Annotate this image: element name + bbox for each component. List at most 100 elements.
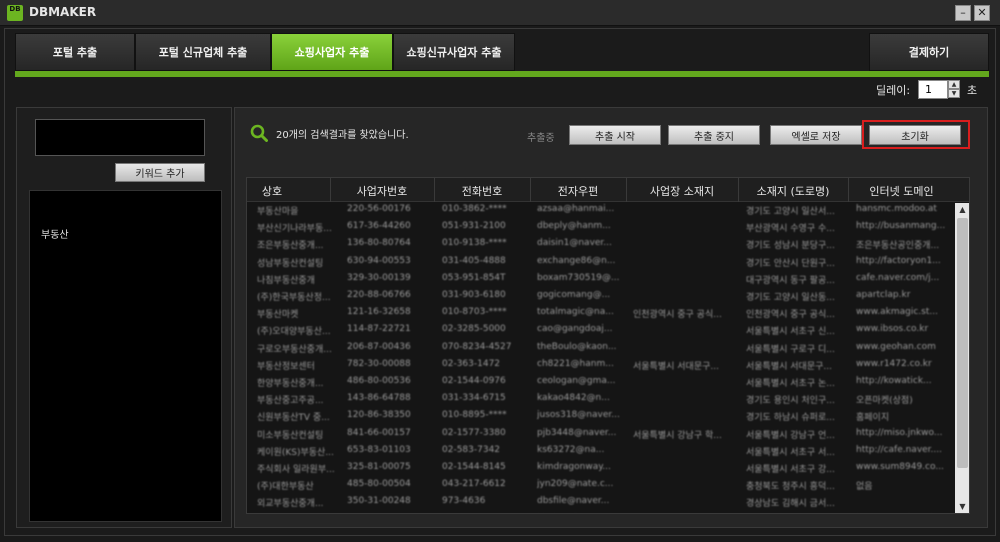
table-cell: 010-9138-**** <box>442 238 507 249</box>
table-cell: 782-30-00088 <box>347 358 411 369</box>
table-cell: 841-66-00157 <box>347 427 411 438</box>
column-header-address[interactable]: 사업장 소재지 <box>626 183 738 199</box>
table-cell: 서울특별시 서초구 강... <box>746 465 835 475</box>
tab-shopping-business[interactable]: 쇼핑사업자 추출 <box>271 33 393 71</box>
table-cell: 부동산마을 <box>257 207 299 217</box>
table-cell: ceologan@gma... <box>537 376 616 386</box>
table-cell: gogicomang@... <box>537 290 611 300</box>
table-cell: 서울특별시 서대문구... <box>746 361 832 372</box>
table-row[interactable]: 부동산마을 220-56-00176 010-3862-**** azsaa@hanm… <box>247 203 955 220</box>
table-row[interactable]: 부동산정보센터 782-30-00088 02-363-1472 ch8221@han… <box>247 358 955 375</box>
table-cell: 경기도 하남시 슈퍼로... <box>746 413 835 424</box>
table-cell: 043-217-6612 <box>442 479 506 490</box>
table-cell: hansmc.modoo.at <box>856 204 937 214</box>
table-row[interactable]: (주)한국부동산정... 220-88-06766 031-903-6180 gogi… <box>247 289 955 306</box>
table-cell: 486-80-00536 <box>347 376 411 386</box>
scroll-thumb[interactable] <box>957 218 968 468</box>
table-cell: 외교부동산중개... <box>257 499 324 510</box>
table-cell: 경기도 안산시 단원구... <box>746 258 835 269</box>
table-cell: 서울특별시 강남구 학... <box>633 430 722 441</box>
table-cell: 경기도 고양시 일산서... <box>746 207 835 217</box>
table-cell: azsaa@hanmai... <box>537 204 615 214</box>
table-cell: http://busanmang... <box>856 221 946 232</box>
table-cell: 143-86-64788 <box>347 393 411 404</box>
table-cell: 630-94-00553 <box>347 255 411 266</box>
table-cell: 서울특별시 서초구 논... <box>746 379 835 389</box>
table-cell: exchange86@n... <box>537 255 616 266</box>
delay-increment-icon[interactable]: ▲ <box>948 80 960 89</box>
add-keyword-button[interactable]: 키워드 추가 <box>115 163 205 182</box>
table-cell: kakao4842@n... <box>537 393 610 404</box>
table-row[interactable]: 조은부동산중개... 136-80-80764 010-9138-**** daisi… <box>247 237 955 254</box>
column-header-business-number[interactable]: 사업자번호 <box>330 183 434 199</box>
close-button[interactable]: ✕ <box>974 5 990 21</box>
table-row[interactable]: 부동산마켓 121-16-32658 010-8703-**** totalmagic… <box>247 306 955 323</box>
table-row[interactable]: 주식회사 일라원부... 325-81-00075 02-1544-8145 kimd… <box>247 461 955 478</box>
tab-underline <box>15 71 989 77</box>
table-cell: 031-334-6715 <box>442 393 506 404</box>
table-row[interactable]: 부동산중고주공... 143-86-64788 031-334-6715 kakao4… <box>247 392 955 409</box>
table-cell: www.geohan.com <box>856 341 936 352</box>
table-row[interactable]: 부산신기나라부동... 617-36-44260 051-931-2100 dbepl… <box>247 220 955 237</box>
table-row[interactable]: 케이원(KS)부동산... 653-83-01103 02-583-7342 ks63… <box>247 444 955 461</box>
table-cell: apartclap.kr <box>856 290 911 300</box>
table-cell: dbsfile@naver... <box>537 496 610 507</box>
delay-decrement-icon[interactable]: ▼ <box>948 89 960 98</box>
scroll-down-icon[interactable]: ▼ <box>955 500 969 513</box>
tab-shopping-new-business[interactable]: 쇼핑신규사업자 추출 <box>393 33 515 71</box>
table-cell: 경기도 성남시 분당구... <box>746 241 835 252</box>
table-cell: dbeply@hanm... <box>537 221 611 232</box>
stop-extract-button[interactable]: 추출 중지 <box>668 125 760 145</box>
table-row[interactable]: 우리동네부동산220-86-1053302-554-2288kimbestjin… <box>247 513 955 514</box>
table-row[interactable]: 외교부동산중개... 350-31-00248 973-4636 dbsfile@na… <box>247 495 955 512</box>
table-cell: 부동산중고주공... <box>257 396 324 407</box>
column-header-road-address[interactable]: 소재지 (도로명) <box>738 183 848 199</box>
tab-portal-extract[interactable]: 포털 추출 <box>15 33 135 71</box>
delay-input[interactable]: 1 <box>918 80 948 99</box>
start-extract-button[interactable]: 추출 시작 <box>569 125 661 145</box>
table-cell: http://kowatick... <box>856 376 932 386</box>
keyword-input[interactable] <box>35 119 205 156</box>
table-cell: 053-951-854T <box>442 272 506 283</box>
table-row[interactable]: 한양부동산중개... 486-80-00536 02-1544-0976 ceolog… <box>247 375 955 392</box>
table-cell: theBoulo@kaon... <box>537 341 617 352</box>
table-cell: www.sum8949.co... <box>856 462 944 472</box>
delay-label: 딜레이: <box>876 84 911 97</box>
table-cell: 220-56-00176 <box>347 204 411 214</box>
table-cell: 206-87-00436 <box>347 341 411 352</box>
column-header-name[interactable]: 상호 <box>247 183 297 199</box>
column-header-domain[interactable]: 인터넷 도메인 <box>848 183 955 199</box>
table-row[interactable]: 구로오부동산중개... 206-87-00436 070-8234-4527 theB… <box>247 341 955 358</box>
table-cell: 서울특별시 서대문구... <box>633 361 719 372</box>
table-cell: 케이원(KS)부동산... <box>257 447 334 458</box>
table-cell: daisin1@naver... <box>537 238 612 249</box>
window-title: DBMAKER <box>29 5 97 19</box>
table-row[interactable]: (주)오대양부동산... 114-87-22721 02-3285-5000 cao@… <box>247 323 955 340</box>
table-row[interactable]: (주)대한부동산 485-80-00504 043-217-6612 jyn209@n… <box>247 478 955 495</box>
table-cell: 010-8703-**** <box>442 307 507 318</box>
column-header-email[interactable]: 전자우편 <box>530 183 626 199</box>
column-header-phone[interactable]: 전화번호 <box>434 183 530 199</box>
table-cell: 051-931-2100 <box>442 221 506 232</box>
table-cell: 성남부동산컨설팅 <box>257 258 324 269</box>
tab-portal-new-company[interactable]: 포털 신규업체 추출 <box>135 33 271 71</box>
pay-button[interactable]: 결제하기 <box>869 33 989 71</box>
minimize-button[interactable]: – <box>955 5 971 21</box>
table-row[interactable]: 신원부동산TV 중... 120-86-38350 010-8895-**** jus… <box>247 409 955 426</box>
keyword-item[interactable]: 부동산 <box>41 226 69 241</box>
table-cell: 미소부동산컨설팅 <box>257 430 324 441</box>
scroll-up-icon[interactable]: ▲ <box>955 203 969 217</box>
table-cell: 031-903-6180 <box>442 290 506 300</box>
table-row[interactable]: 미소부동산컨설팅 841-66-00157 02-1577-3380 pjb3448@… <box>247 427 955 444</box>
table-row[interactable]: 성남부동산컨설팅 630-94-00553 031-405-4888 exchange… <box>247 255 955 272</box>
table-cell: 신원부동산TV 중... <box>257 413 330 424</box>
keyword-list[interactable]: 부동산 <box>29 190 222 522</box>
table-cell: 충청북도 청주시 흥덕... <box>746 482 835 493</box>
table-row[interactable]: 나침부동산중개 329-30-00139 053-951-854T boxam7305… <box>247 272 955 289</box>
save-excel-button[interactable]: 엑셀로 저장 <box>770 125 862 145</box>
vertical-scrollbar[interactable]: ▲ ▼ <box>955 203 969 513</box>
table-cell: http://miso.jnkwo... <box>856 427 943 438</box>
table-cell: cao@gangdoaj... <box>537 324 613 335</box>
table-cell: 한양부동산중개... <box>257 379 324 389</box>
table-cell: 오픈마켓(상점) <box>856 396 913 407</box>
